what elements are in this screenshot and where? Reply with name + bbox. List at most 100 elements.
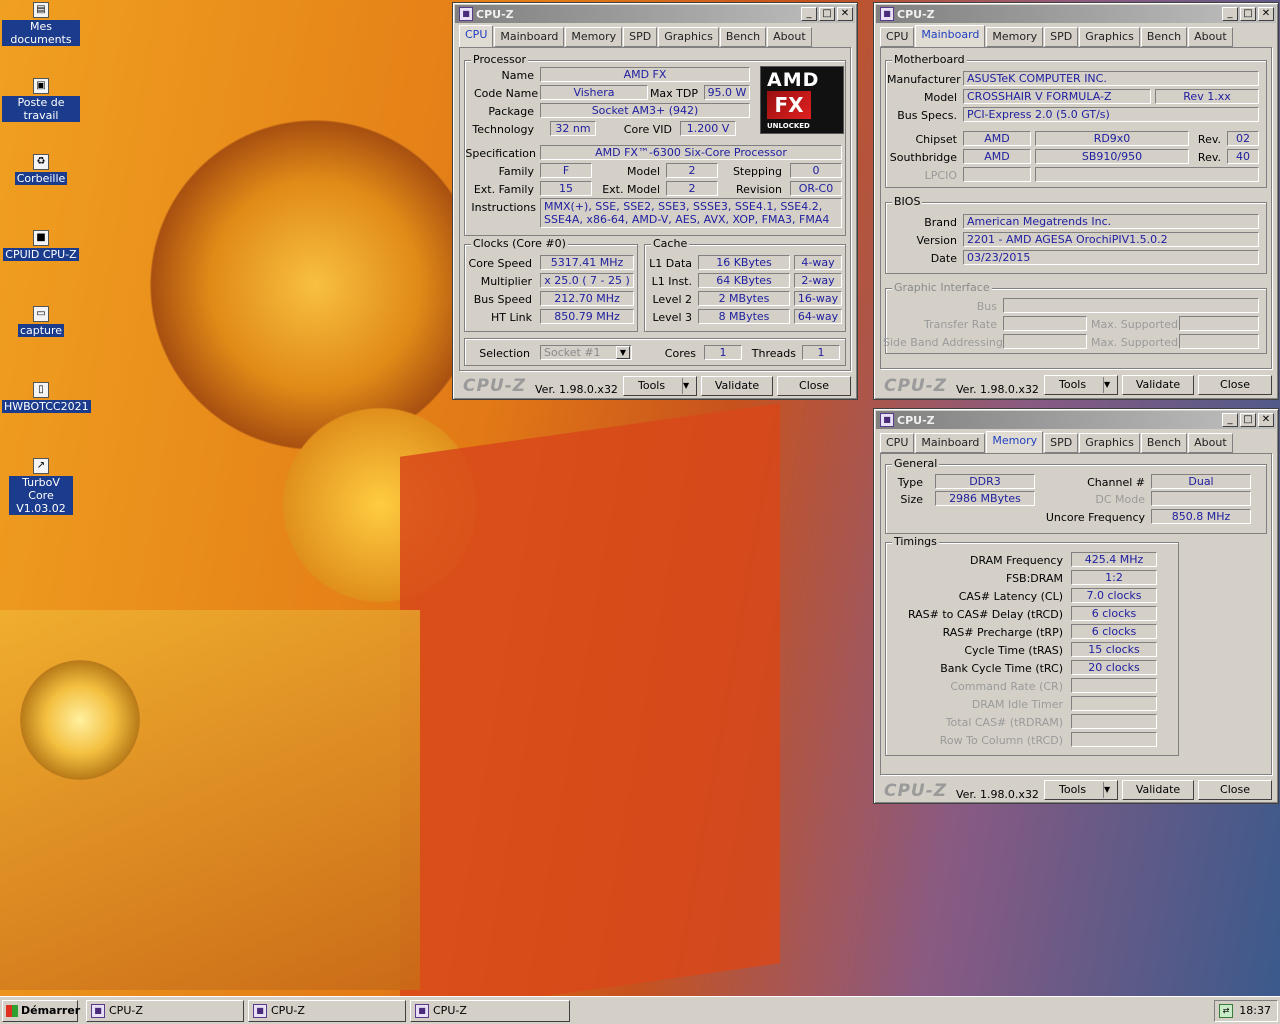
timing-value [1071,714,1157,729]
group-label: Clocks (Core #0) [471,237,568,250]
tab-memory[interactable]: Memory [986,27,1044,47]
window-title: CPU-Z [476,7,514,21]
window-title: CPU-Z [897,413,935,427]
tools-button[interactable]: Tools ▼ [623,376,697,396]
taskbar-item-cpuz-3[interactable]: ■ CPU-Z [410,1000,570,1022]
tab-spd[interactable]: SPD [1044,27,1079,47]
version-label: Ver. 1.98.0.x32 [535,383,618,396]
timing-label: Row To Column (tRCD) [939,734,1063,747]
tab-graphics[interactable]: Graphics [1079,27,1140,47]
model-label: Model [626,165,660,178]
validate-button[interactable]: Validate [701,376,773,396]
close-button[interactable]: Close [1198,375,1272,395]
tools-button[interactable]: Tools ▼ [1044,375,1118,395]
l1-inst-label: L1 Inst. [651,275,692,288]
cpuz-window-memory: ■ CPU-Z _ □ ✕ CPU Mainboard Memory SPD Graph… [873,408,1279,804]
tab-mainboard[interactable]: Mainboard [915,433,986,453]
tab-spd[interactable]: SPD [1044,433,1079,453]
maximize-button[interactable]: □ [1240,413,1256,427]
southbridge-rev-value: 40 [1227,149,1259,164]
tab-mainboard[interactable]: Mainboard [915,25,986,47]
taskbar-item-cpuz-2[interactable]: ■ CPU-Z [248,1000,406,1022]
tab-about[interactable]: About [767,27,812,47]
desktop-icon-cpuid-cpu-z[interactable]: ■ CPUID CPU-Z [2,230,80,261]
cpuz-window-cpu: ■ CPU-Z _ □ ✕ CPU Mainboard Memory SPD Graph… [452,2,858,400]
desktop-icon-mes-documents[interactable]: ▤ Mes documents [2,2,80,46]
validate-button[interactable]: Validate [1122,375,1194,395]
taskbar-item-cpuz-1[interactable]: ■ CPU-Z [86,1000,244,1022]
bios-date-value: 03/23/2015 [963,250,1259,265]
southbridge-rev-label: Rev. [1197,151,1221,164]
title-bar[interactable]: ■ CPU-Z _ □ ✕ [876,5,1276,23]
logo-series: FX [767,91,811,119]
tab-about[interactable]: About [1188,433,1233,453]
tab-bar: CPU Mainboard Memory SPD Graphics Bench … [880,431,1234,453]
uncore-value: 850.8 MHz [1151,509,1251,524]
wallpaper-shape [280,380,480,630]
close-window-button[interactable]: ✕ [1258,7,1274,21]
tab-graphics[interactable]: Graphics [1079,433,1140,453]
system-tray: ⇄ 18:37 [1214,1000,1278,1022]
amd-fx-logo: AMD FX UNLOCKED [760,66,844,134]
window-title: CPU-Z [897,7,935,21]
maximize-button[interactable]: □ [1240,7,1256,21]
maximize-button[interactable]: □ [819,7,835,21]
wallpaper-shape [150,120,480,450]
validate-button[interactable]: Validate [1122,780,1194,800]
title-bar[interactable]: ■ CPU-Z _ □ ✕ [455,5,855,23]
tab-spd[interactable]: SPD [623,27,658,47]
level-3-label: Level 3 [652,311,692,324]
level-3-way: 64-way [794,309,842,324]
cpuz-icon: ■ [459,7,473,21]
start-button[interactable]: Démarrer [2,1000,80,1022]
instructions-label: Instructions [471,201,536,214]
timing-value: 7.0 clocks [1071,588,1157,603]
network-icon[interactable]: ⇄ [1219,1004,1233,1018]
close-button[interactable]: Close [777,376,851,396]
bios-version-label: Version [916,234,957,247]
tab-bench[interactable]: Bench [719,27,767,47]
tab-mainboard[interactable]: Mainboard [494,27,565,47]
tab-memory[interactable]: Memory [565,27,623,47]
desktop-icon-poste-de-travail[interactable]: ▣ Poste de travail [2,78,80,122]
tab-bench[interactable]: Bench [1140,27,1188,47]
timing-label: Total CAS# (tRDRAM) [945,716,1063,729]
tab-graphics[interactable]: Graphics [658,27,719,47]
desktop-icon-hwbotcc2021[interactable]: ▯ HWBOTCC2021 [2,382,91,413]
tab-memory[interactable]: Memory [986,431,1044,453]
folder-icon: ▤ [33,2,49,18]
logo-badge: UNLOCKED [767,122,810,130]
group-label: Graphic Interface [892,281,992,294]
stepping-label: Stepping [732,165,782,178]
minimize-button[interactable]: _ [1222,7,1238,21]
chipset-value: RD9x0 [1035,131,1189,146]
minimize-button[interactable]: _ [1222,413,1238,427]
bios-brand-label: Brand [924,216,957,229]
gi-max-supported-value-2 [1179,334,1259,349]
desktop-icon-turbov-core[interactable]: ↗ TurboV Core V1.03.02 [2,458,80,515]
close-window-button[interactable]: ✕ [1258,413,1274,427]
timing-label: FSB:DRAM [1005,572,1063,585]
tab-cpu[interactable]: CPU [880,433,915,453]
screenshot-icon: ▭ [33,306,49,322]
desktop-icon-corbeille[interactable]: ♻ Corbeille [2,154,80,185]
wallpaper-shape [0,610,420,990]
tab-cpu[interactable]: CPU [880,27,915,47]
southbridge-value: SB910/950 [1035,149,1189,164]
specification-label: Specification [465,147,536,160]
close-button[interactable]: Close [1198,780,1272,800]
tab-cpu[interactable]: CPU [459,25,494,47]
size-label: Size [900,493,923,506]
core-vid-label: Core VID [623,123,672,136]
version-label: Ver. 1.98.0.x32 [956,383,1039,396]
chipset-label: Chipset [915,133,957,146]
tab-panel: General Type DDR3 Size 2986 MBytes Chann… [880,453,1272,775]
tab-bench[interactable]: Bench [1140,433,1188,453]
desktop-icon-capture[interactable]: ▭ capture [2,306,80,337]
tools-button[interactable]: Tools ▼ [1044,780,1118,800]
chevron-down-icon[interactable]: ▼ [616,346,630,359]
minimize-button[interactable]: _ [801,7,817,21]
tab-about[interactable]: About [1188,27,1233,47]
close-window-button[interactable]: ✕ [837,7,853,21]
title-bar[interactable]: ■ CPU-Z _ □ ✕ [876,411,1276,429]
